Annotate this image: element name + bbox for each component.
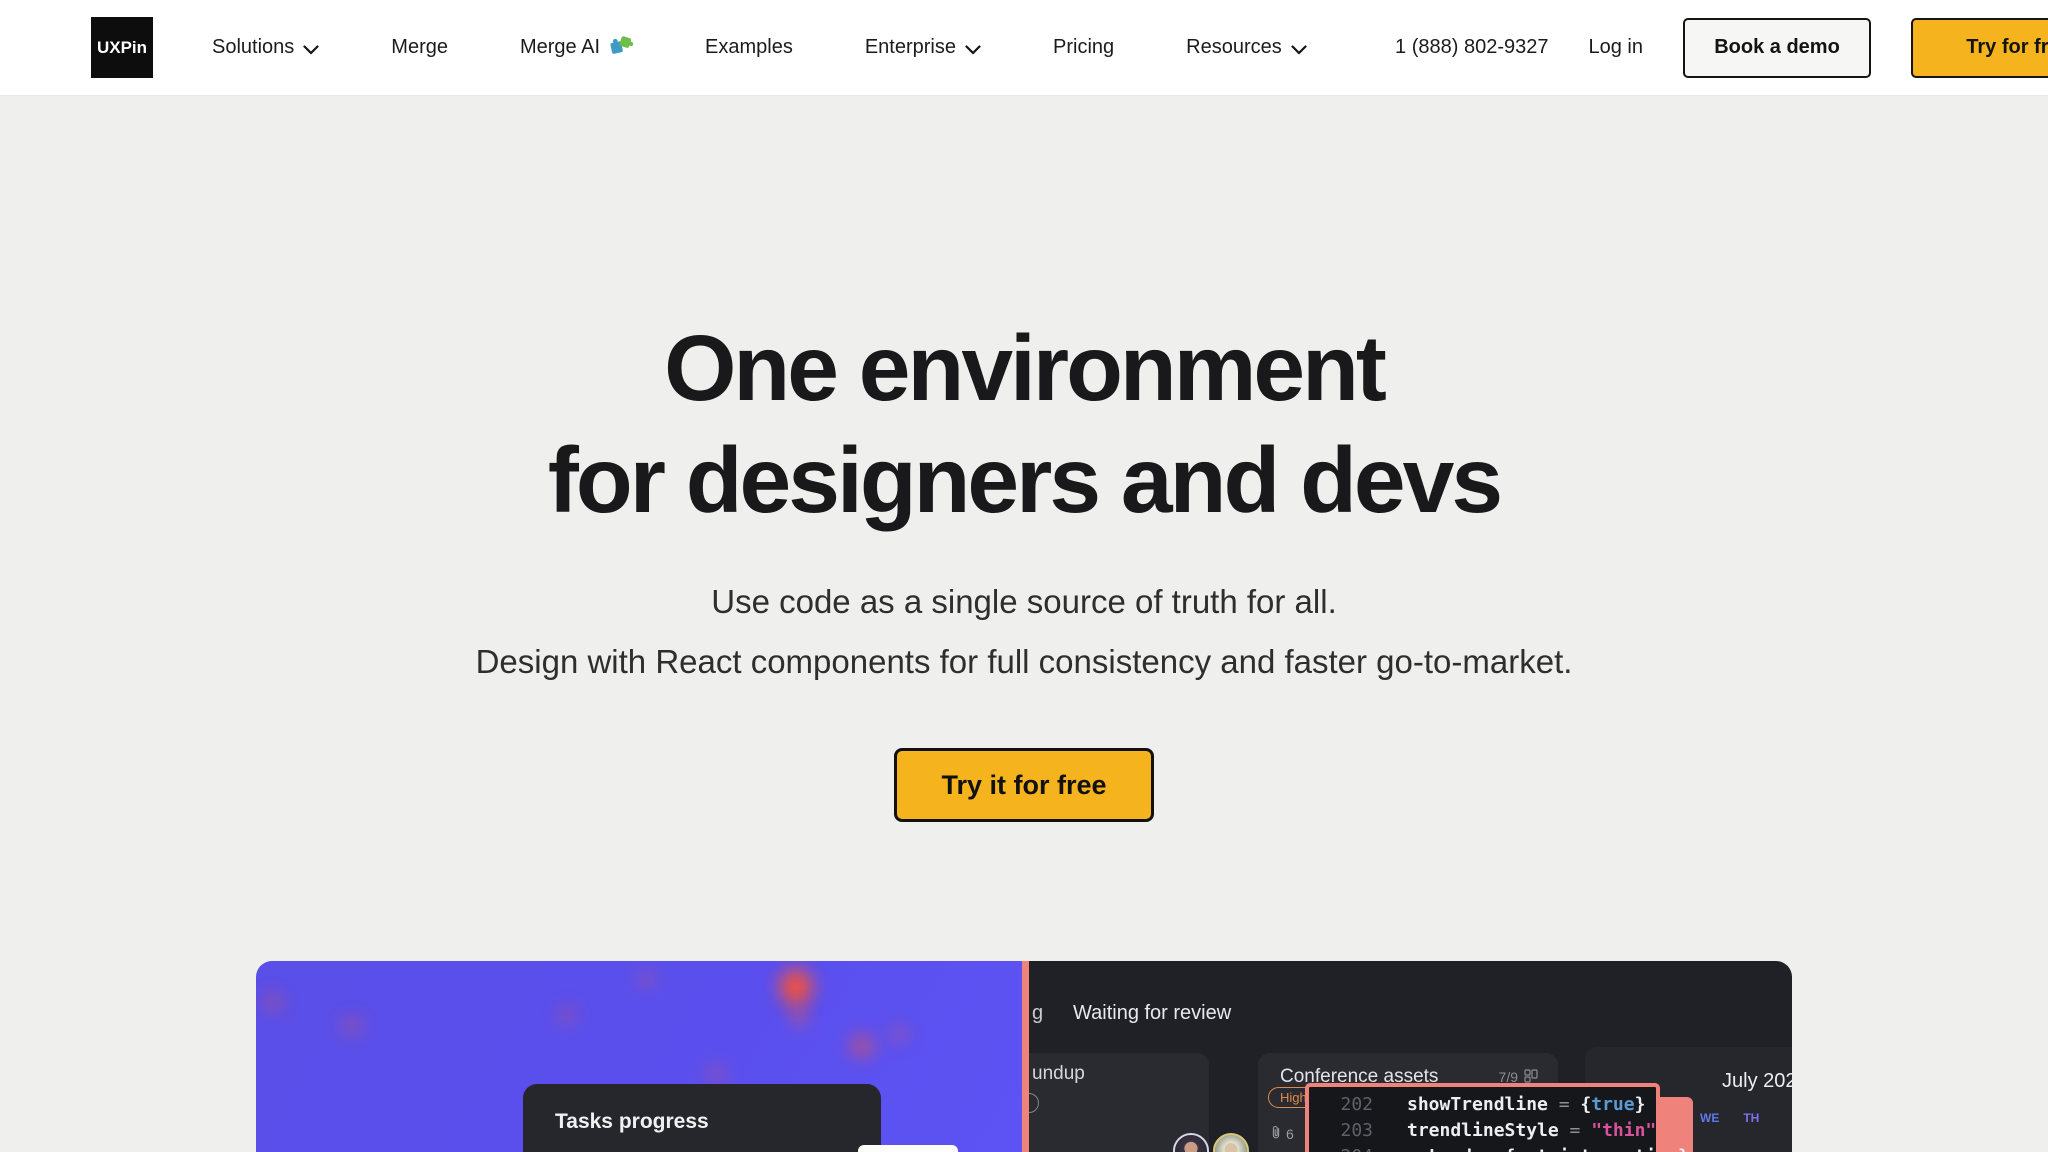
nav-item-label: Merge [391,36,448,59]
assignee-avatars [1173,1133,1249,1152]
paint-blob [342,1017,362,1035]
uxpin-logo-text: UXPin [97,38,147,58]
hero-title-line1: One environment [664,316,1384,420]
puzzle-icon [609,34,633,62]
paint-blob [640,973,653,986]
design-canvas-panel: Tasks progress [256,961,1022,1152]
calendar-day-we: WE [1700,1111,1719,1125]
nav-menu: Solutions Merge Merge AI Examples [212,34,1307,62]
paint-blob [264,993,282,1011]
nav-actions: 1 (888) 802-9327 Log in Book a demo Try … [1395,18,2048,78]
top-nav: UXPin Solutions Merge Merge AI [0,0,2048,96]
line-number: 204 [1309,1144,1373,1152]
nav-item-enterprise[interactable]: Enterprise [865,35,981,61]
paint-blob [780,969,812,1005]
hero-subtitle-line1: Use code as a single source of truth for… [711,583,1337,620]
white-card-edge [858,1145,958,1152]
page: UXPin Solutions Merge Merge AI [0,0,2048,1152]
nav-item-merge-ai[interactable]: Merge AI [520,34,633,62]
product-preview-image: Tasks progress g Waiting for review undu… [256,961,1792,1152]
phone-link[interactable]: 1 (888) 802-9327 [1395,36,1548,59]
code-inspector-panel: 202 showTrendline = {true} 203 trendline… [1305,1083,1660,1152]
line-number: 203 [1309,1118,1373,1144]
code-line: 204 onLoad = {set interaction} [1309,1144,1656,1152]
roundup-card-title-partial: undup [1032,1063,1209,1085]
attachment-count: 6 [1286,1126,1294,1142]
avatar [1213,1133,1249,1152]
book-demo-button[interactable]: Book a demo [1683,18,1871,78]
chevron-down-icon [303,38,319,61]
nav-item-label: Enterprise [865,36,956,59]
paint-blob [792,1009,806,1023]
nav-item-examples[interactable]: Examples [705,36,793,59]
nav-item-pricing[interactable]: Pricing [1053,36,1114,59]
try-it-free-button[interactable]: Try it for free [894,748,1153,822]
hero-subtitle-line2: Design with React components for full co… [476,643,1573,680]
nav-item-label: Resources [1186,36,1282,59]
calendar-month: July 2021 [1722,1070,1792,1093]
nav-item-label: Examples [705,36,793,59]
nav-item-resources[interactable]: Resources [1186,35,1307,61]
avatar [1173,1133,1209,1152]
uxpin-logo[interactable]: UXPin [91,17,153,78]
calendar-day-th: TH [1743,1111,1759,1125]
hero-subtitle: Use code as a single source of truth for… [0,572,2048,692]
nav-item-label: Merge AI [520,36,600,59]
code-line: 202 showTrendline = {true} [1309,1092,1656,1118]
nav-item-label: Pricing [1053,36,1114,59]
hero-title-line2: for designers and devs [548,428,1500,532]
nav-item-merge[interactable]: Merge [391,36,448,59]
paint-blob [850,1035,874,1057]
login-link[interactable]: Log in [1589,36,1644,59]
hero-section: One environment for designers and devs U… [0,96,2048,822]
hero-title: One environment for designers and devs [0,96,2048,536]
task-board-panel: g Waiting for review undup Conference as… [1029,961,1792,1152]
nav-item-label: Solutions [212,36,294,59]
paint-blob [706,1065,726,1083]
line-number: 202 [1309,1092,1373,1118]
tasks-progress-card: Tasks progress [523,1084,881,1152]
paint-blob [558,1007,576,1023]
chevron-down-icon [1291,38,1307,61]
tab-backlog-partial: g [1032,1002,1043,1025]
try-free-button[interactable]: Try for free [1911,18,2048,78]
tab-waiting-for-review: Waiting for review [1073,1002,1231,1025]
chevron-down-icon [965,38,981,61]
tasks-progress-title: Tasks progress [555,1110,881,1134]
paint-blob [892,1027,906,1041]
status-ring-icon [1029,1093,1039,1113]
code-line: 203 trendlineStyle = "thin" [1309,1118,1656,1144]
panel-divider [1022,961,1029,1152]
paperclip-icon [1270,1125,1282,1143]
nav-item-solutions[interactable]: Solutions [212,35,319,61]
